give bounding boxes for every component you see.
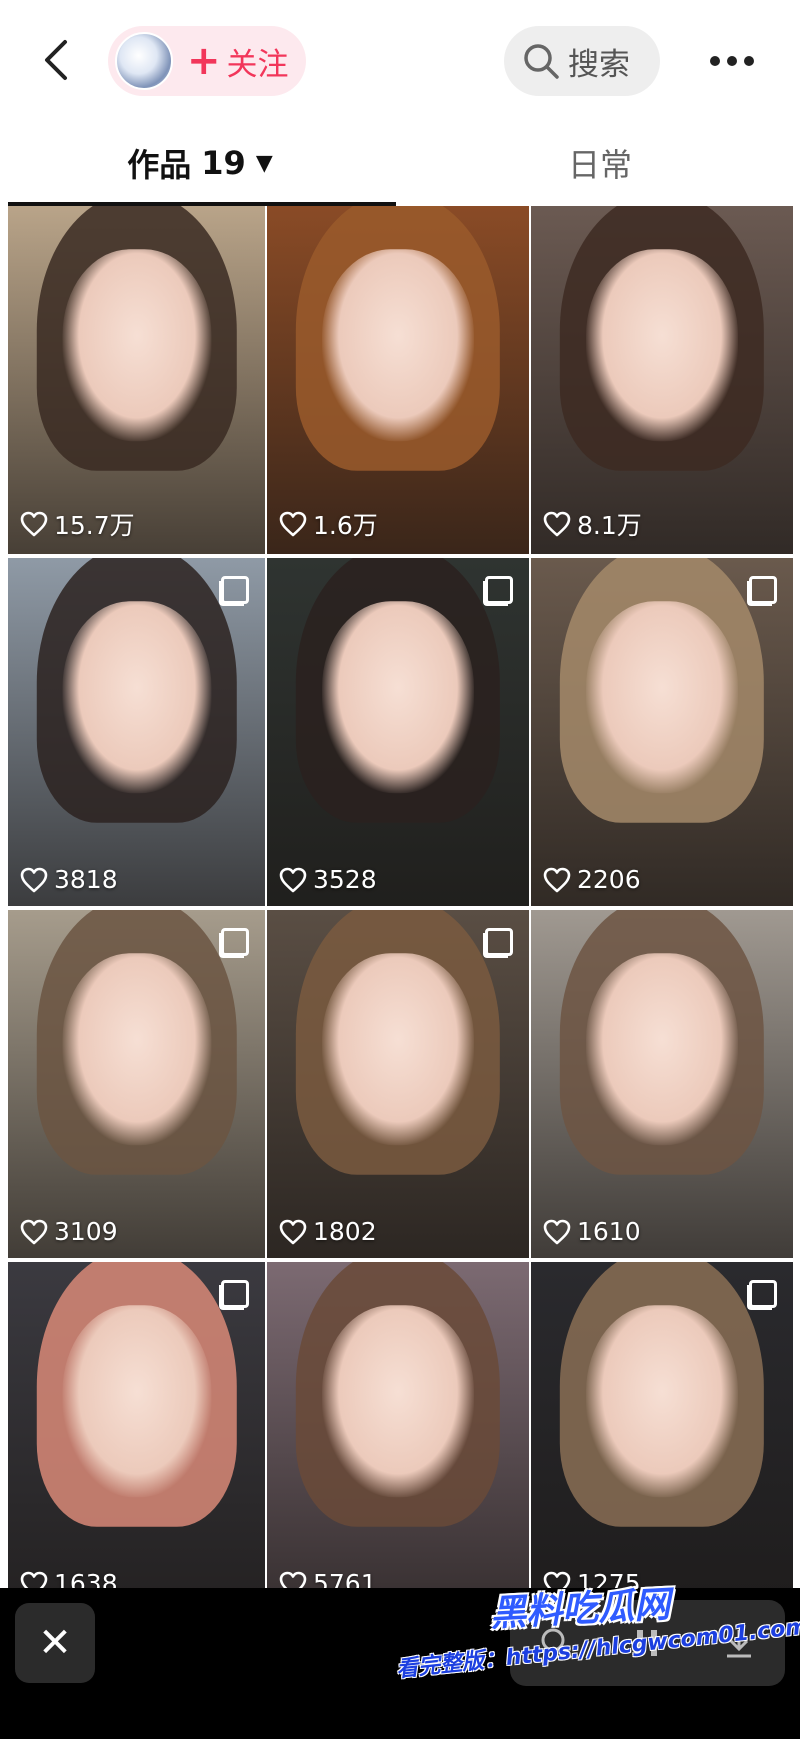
heart-icon [279,867,307,892]
video-thumbnail [531,206,793,554]
video-thumbnail [267,206,529,554]
like-count: 1.6万 [279,506,378,542]
multi-image-icon [747,576,777,606]
more-dots-icon [710,56,720,66]
video-thumbnail [531,558,793,906]
heart-icon [543,867,571,892]
heart-icon [20,1219,48,1244]
follow-pill: + 关注 [108,26,306,96]
like-count-value: 1610 [577,1217,641,1246]
like-count-value: 3109 [54,1217,118,1246]
follow-label: 关注 [226,46,289,83]
video-grid: 15.7万 1.6万 8.1万 3818 3528 2206 3109 1802 1610 163… [8,206,793,1610]
caret-down-icon: ▼ [255,150,273,176]
like-count-value: 1802 [313,1217,377,1246]
tab-works[interactable]: 作品 19 ▼ [0,120,400,206]
heart-icon [279,511,307,537]
video-tile[interactable]: 1610 [531,910,793,1258]
video-thumbnail [531,1262,793,1610]
tab-daily[interactable]: 日常 [400,120,800,206]
video-thumbnail [267,558,529,906]
like-count-value: 8.1万 [577,511,642,540]
heart-icon [20,867,48,892]
video-tile[interactable]: 3818 [8,558,265,906]
tab-works-count: 19 [201,144,246,182]
avatar[interactable] [115,32,173,90]
multi-image-icon [219,576,249,606]
multi-image-icon [219,928,249,958]
video-tile[interactable]: 8.1万 [531,206,793,554]
video-thumbnail [531,910,793,1258]
like-count-value: 3818 [54,865,118,894]
search-icon [524,44,559,79]
follow-button[interactable]: + 关注 [187,39,289,84]
heart-icon [543,1219,571,1244]
video-tile[interactable]: 3528 [267,558,529,906]
multi-image-icon [219,1280,249,1310]
tab-works-label: 作品 [127,146,192,184]
video-tile[interactable]: 3109 [8,910,265,1258]
video-tile[interactable]: 5761 [267,1262,529,1610]
video-thumbnail [8,910,265,1258]
like-count: 2206 [543,865,641,894]
like-count-value: 15.7万 [54,511,135,540]
more-button[interactable] [700,38,764,84]
like-count: 1802 [279,1217,377,1246]
like-count: 3109 [20,1217,118,1246]
video-thumbnail [267,1262,529,1610]
tab-bar: 作品 19 ▼ 日常 [0,120,800,206]
search-label: 搜索 [568,46,630,83]
heart-icon [20,511,48,537]
like-count: 8.1万 [543,506,642,542]
video-thumbnail [8,558,265,906]
like-count: 1610 [543,1217,641,1246]
like-count-value: 1.6万 [313,511,378,540]
close-button[interactable]: ✕ [15,1603,95,1683]
back-button[interactable] [30,30,82,90]
like-count: 15.7万 [20,506,135,542]
video-tile[interactable]: 1638 [8,1262,265,1610]
bottom-bar: ✕ [0,1588,800,1739]
pause-icon[interactable] [627,1623,667,1663]
like-count-value: 3528 [313,865,377,894]
multi-image-icon [747,1280,777,1310]
close-icon: ✕ [38,1620,72,1666]
heart-icon [543,511,571,537]
video-tile[interactable]: 2206 [531,558,793,906]
search-button[interactable]: 搜索 [504,26,660,96]
chevron-left-icon [45,40,67,80]
search-icon[interactable] [536,1623,576,1663]
download-icon[interactable] [719,1623,759,1663]
tab-daily-label: 日常 [567,146,632,184]
like-count: 3528 [279,865,377,894]
plus-icon: + [187,38,221,84]
bottom-actions [510,1600,785,1686]
like-count-value: 2206 [577,865,641,894]
multi-image-icon [483,928,513,958]
video-tile[interactable]: 1.6万 [267,206,529,554]
video-tile[interactable]: 15.7万 [8,206,265,554]
video-thumbnail [267,910,529,1258]
video-thumbnail [8,206,265,554]
top-bar: + 关注 搜索 [0,0,800,120]
multi-image-icon [483,576,513,606]
video-thumbnail [8,1262,265,1610]
video-tile[interactable]: 1275 [531,1262,793,1610]
heart-icon [279,1219,307,1244]
video-tile[interactable]: 1802 [267,910,529,1258]
like-count: 3818 [20,865,118,894]
